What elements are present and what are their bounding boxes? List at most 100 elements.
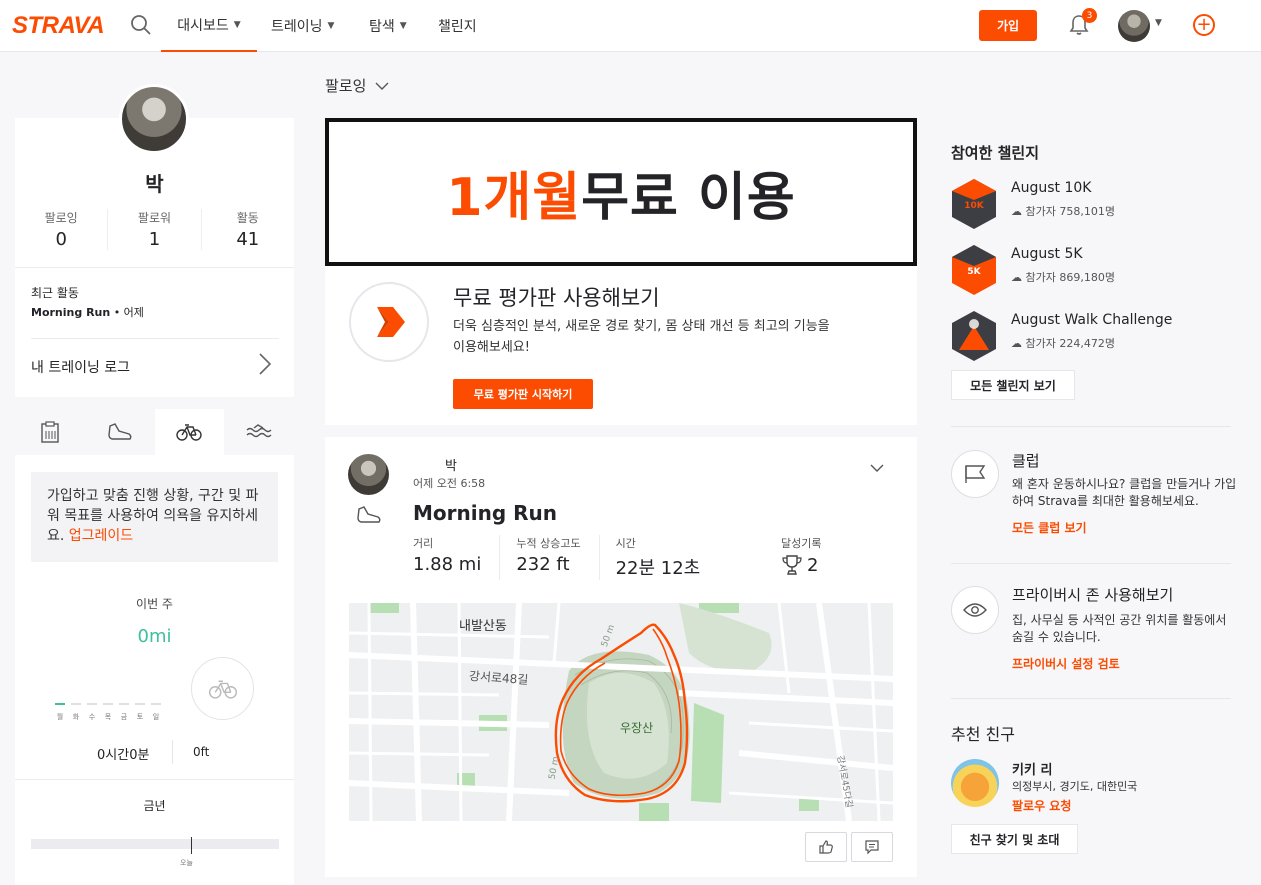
profile-card: [15, 118, 294, 397]
tab-swim[interactable]: [224, 409, 294, 455]
achievements-label: 달성기록: [781, 537, 822, 550]
day-bar: [151, 703, 161, 705]
divider: [31, 338, 279, 339]
challenge-participants: ☁ 참가자 869,180명: [1011, 271, 1115, 284]
start-trial-button[interactable]: 무료 평가판 시작하기: [453, 379, 593, 409]
map-label-district: 내발산동: [459, 619, 507, 634]
stat-label: 팔로워: [137, 211, 172, 225]
week-bar-chart: [55, 703, 161, 705]
club-flag-icon: [951, 450, 999, 498]
challenge-item[interactable]: 10K August 10K ☁ 참가자 758,101명: [951, 178, 1231, 230]
privacy-settings-link[interactable]: 프라이버시 설정 검토: [1012, 655, 1120, 672]
chevron-down-icon: ▼: [399, 21, 407, 31]
free-trial-card: 무료 평가판 사용해보기 더욱 심층적인 분석, 새로운 경로 찾기, 몸 상태…: [325, 266, 917, 425]
day-label: 금: [120, 713, 128, 721]
day-bar: [71, 703, 81, 705]
challenge-item[interactable]: August Walk Challenge ☁ 참가자 224,472명: [951, 310, 1231, 362]
tab-run[interactable]: [85, 409, 155, 455]
run-shoe-icon: [357, 506, 381, 523]
day-label: 토: [136, 713, 144, 721]
view-all-clubs-link[interactable]: 모든 클럽 보기: [1012, 519, 1087, 536]
follow-request-link[interactable]: 팔로우 요청: [1012, 797, 1071, 814]
recent-activity: Morning Run • 어제: [31, 304, 144, 320]
comment-icon: [865, 840, 879, 855]
avatar[interactable]: [348, 454, 389, 495]
friend-name[interactable]: 키키 리: [1012, 759, 1052, 778]
join-button[interactable]: 가입: [979, 10, 1037, 41]
stat-activities[interactable]: 활동 41: [200, 209, 294, 250]
chevron-down-icon[interactable]: [870, 463, 884, 473]
comment-button[interactable]: [851, 832, 893, 862]
stat-label: 활동: [236, 211, 259, 225]
challenge-item[interactable]: 5K August 5K ☁ 참가자 869,180명: [951, 244, 1231, 296]
strava-logo[interactable]: STRAVA: [12, 12, 105, 40]
map-label-mountain: 우장산: [620, 721, 654, 735]
avatar[interactable]: [951, 759, 999, 807]
today-marker: [191, 837, 192, 854]
strava-summit-icon: [349, 282, 429, 362]
activity-title[interactable]: Morning Run: [413, 501, 557, 525]
stat-label: 팔로잉: [44, 211, 78, 225]
day-label: 수: [88, 713, 96, 721]
achievements-value: 2: [781, 554, 821, 576]
day-bar: [119, 703, 129, 705]
stat-following[interactable]: 팔로잉 0: [15, 209, 107, 250]
tab-ride[interactable]: [154, 409, 225, 455]
challenge-name: August 10K: [1011, 180, 1092, 196]
activity-map[interactable]: 내발산동 강서로48길 우장산 50 m 50 m 강서로45다길: [349, 603, 893, 821]
profile-avatar[interactable]: [119, 84, 189, 154]
chevron-right-icon[interactable]: [258, 352, 272, 376]
plus-icon[interactable]: +: [1193, 14, 1215, 36]
search-icon[interactable]: [130, 14, 152, 36]
challenge-participants: ☁ 참가자 758,101명: [1011, 205, 1115, 218]
nav-dashboard[interactable]: 대시보드 ▼: [161, 0, 257, 52]
svg-text:10K: 10K: [964, 201, 985, 211]
friend-location: 의정부시, 경기도, 대한민국: [1012, 780, 1138, 793]
this-week-time: 0시간0분: [97, 748, 150, 763]
nav-training[interactable]: 트레이닝 ▼: [271, 0, 334, 52]
athlete-name[interactable]: 박: [445, 455, 457, 474]
challenge-badge-icon: [952, 311, 996, 361]
clipboard-icon: [41, 421, 59, 443]
activity-card: 박 어제 오전 6:58 Morning Run 거리 1.88 mi 누적 상…: [325, 437, 917, 877]
stat-distance: 거리 1.88 mi: [413, 535, 501, 580]
training-log-link[interactable]: 내 트레이닝 로그: [31, 357, 130, 377]
stat-value: 0: [55, 229, 67, 250]
day-bar: [103, 703, 113, 705]
challenge-badge-icon: 10K: [952, 179, 996, 229]
map-canvas: [349, 603, 893, 821]
find-invite-friends-button[interactable]: 친구 찾기 및 초대: [951, 824, 1078, 854]
promo-banner[interactable]: 1개월 무료 이용: [325, 118, 917, 266]
stat-elevation: 누적 상승고도 232 ft: [516, 535, 600, 580]
kudos-button[interactable]: [805, 832, 847, 862]
this-week-elevation: 0ft: [193, 745, 210, 759]
upgrade-link[interactable]: 업그레이드: [69, 528, 133, 544]
this-year-label: 금년: [143, 799, 166, 813]
bike-icon: [176, 424, 203, 441]
nav-explore-label: 탐색: [369, 19, 395, 35]
shoe-icon: [107, 423, 132, 440]
nav-dashboard-label: 대시보드: [177, 18, 229, 34]
chevron-down-icon[interactable]: ▼: [1155, 18, 1162, 28]
profile-name[interactable]: 박: [15, 168, 294, 197]
participant-count: 참가자 224,472명: [1025, 337, 1115, 350]
this-week-distance: 0mi: [137, 626, 172, 647]
recent-activity-link[interactable]: Morning Run: [31, 306, 110, 319]
tab-overview[interactable]: [15, 409, 85, 455]
nav-training-label: 트레이닝: [271, 19, 323, 35]
stat-followers[interactable]: 팔로워 1: [107, 209, 200, 250]
nav-explore[interactable]: 탐색 ▼: [369, 0, 407, 52]
clubs-title: 클럽: [1012, 452, 1040, 470]
privacy-card: 프라이버시 존 사용해보기 집, 사무실 등 사적인 공간 위치를 활동에서 숨…: [951, 582, 1231, 682]
challenge-name: August 5K: [1011, 246, 1083, 262]
participant-count: 참가자 869,180명: [1025, 271, 1115, 284]
thumbs-up-icon: [819, 840, 833, 854]
clubs-card: 클럽 왜 혼자 운동하시나요? 클럽을 만들거나 가입하여 Strava를 최대…: [951, 445, 1236, 545]
nav-challenges[interactable]: 챌린지: [438, 0, 477, 52]
feed-filter-dropdown[interactable]: 팔로잉: [325, 75, 389, 96]
avatar[interactable]: [1118, 10, 1150, 42]
view-all-challenges-button[interactable]: 모든 챌린지 보기: [951, 370, 1075, 400]
challenge-name: August Walk Challenge: [1011, 312, 1173, 328]
day-label: 월: [56, 713, 64, 721]
divider: [172, 740, 173, 764]
